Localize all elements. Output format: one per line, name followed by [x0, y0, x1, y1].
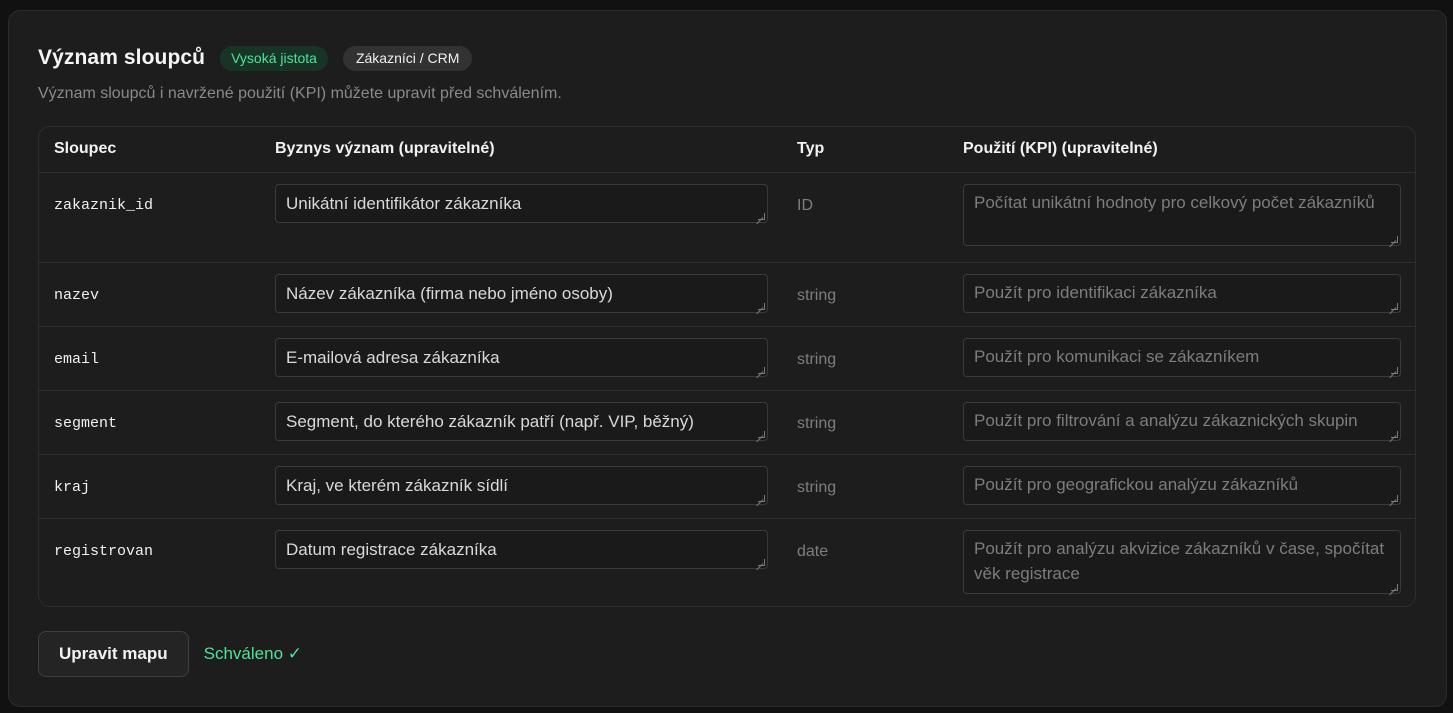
table-row: zakaznik_id Unikátní identifikátor zákaz… — [39, 172, 1415, 263]
table-header-row: Sloupec Byznys význam (upravitelné) Typ … — [39, 127, 1415, 173]
column-name: nazev — [54, 286, 100, 304]
meaning-text: E-mailová adresa zákazníka — [286, 347, 500, 367]
column-name: registrovan — [54, 542, 154, 560]
meaning-text: Unikátní identifikátor zákazníka — [286, 193, 522, 213]
table-row: segment Segment, do kterého zákazník pat… — [39, 390, 1415, 455]
column-type: string — [797, 350, 837, 368]
meaning-text: Datum registrace zákazníka — [286, 539, 497, 559]
meaning-textarea[interactable]: E-mailová adresa zákazníka — [275, 337, 768, 377]
meaning-textarea[interactable]: Unikátní identifikátor zákazníka — [275, 183, 768, 223]
resize-handle-icon[interactable] — [758, 302, 765, 310]
card-footer: Upravit mapu Schváleno ✓ — [38, 631, 302, 677]
column-name: email — [54, 350, 100, 368]
header-meaning: Byznys význam (upravitelné) — [260, 127, 782, 173]
meaning-textarea[interactable]: Datum registrace zákazníka — [275, 529, 768, 569]
kpi-text: Použít pro identifikaci zákazníka — [974, 282, 1217, 302]
column-meaning-card: Význam sloupců Vysoká jistota Zákazníci … — [8, 10, 1447, 707]
section-title: Význam sloupců — [38, 46, 206, 69]
column-type: date — [797, 542, 829, 560]
table-row: email E-mailová adresa zákazníka string … — [39, 326, 1415, 391]
resize-handle-icon[interactable] — [1391, 235, 1398, 243]
resize-handle-icon[interactable] — [1391, 366, 1398, 374]
header-type: Typ — [782, 127, 948, 173]
card-header: Význam sloupců Vysoká jistota Zákazníci … — [38, 44, 473, 72]
resize-handle-icon[interactable] — [1391, 430, 1398, 438]
meaning-text: Kraj, ve kterém zákazník sídlí — [286, 475, 509, 495]
column-name: kraj — [54, 478, 91, 496]
kpi-textarea[interactable]: Použít pro identifikaci zákazníka — [963, 273, 1401, 313]
resize-handle-icon[interactable] — [758, 212, 765, 220]
section-subtitle: Význam sloupců i navržené použití (KPI) … — [38, 85, 562, 102]
meaning-text: Název zákazníka (firma nebo jméno osoby) — [286, 283, 613, 303]
column-name: segment — [54, 414, 118, 432]
kpi-text: Počítat unikátní hodnoty pro celkový poč… — [974, 192, 1375, 212]
kpi-textarea[interactable]: Počítat unikátní hodnoty pro celkový poč… — [963, 183, 1401, 246]
table-row: nazev Název zákazníka (firma nebo jméno … — [39, 262, 1415, 327]
header-kpi: Použití (KPI) (upravitelné) — [948, 127, 1415, 173]
resize-handle-icon[interactable] — [758, 558, 765, 566]
column-type: string — [797, 414, 837, 432]
edit-map-button[interactable]: Upravit mapu — [38, 631, 189, 677]
header-column: Sloupec — [39, 127, 260, 173]
resize-handle-icon[interactable] — [758, 430, 765, 438]
meaning-textarea[interactable]: Segment, do kterého zákazník patří (např… — [275, 401, 768, 441]
confidence-badge: Vysoká jistota — [220, 45, 328, 71]
approved-status: Schváleno ✓ — [203, 644, 302, 663]
kpi-text: Použít pro analýzu akvizice zákazníků v … — [974, 538, 1385, 583]
table-row: kraj Kraj, ve kterém zákazník sídlí stri… — [39, 454, 1415, 519]
column-type: ID — [797, 196, 813, 214]
resize-handle-icon[interactable] — [1391, 494, 1398, 502]
meaning-textarea[interactable]: Název zákazníka (firma nebo jméno osoby) — [275, 273, 768, 313]
kpi-textarea[interactable]: Použít pro filtrování a analýzu zákaznic… — [963, 401, 1401, 441]
kpi-text: Použít pro geografickou analýzu zákazník… — [974, 474, 1299, 494]
resize-handle-icon[interactable] — [1391, 583, 1398, 591]
resize-handle-icon[interactable] — [758, 366, 765, 374]
column-type: string — [797, 286, 837, 304]
resize-handle-icon[interactable] — [1391, 302, 1398, 310]
kpi-textarea[interactable]: Použít pro analýzu akvizice zákazníků v … — [963, 529, 1401, 594]
meaning-textarea[interactable]: Kraj, ve kterém zákazník sídlí — [275, 465, 768, 505]
kpi-text: Použít pro komunikaci se zákazníkem — [974, 346, 1260, 366]
column-type: string — [797, 478, 837, 496]
table-row: registrovan Datum registrace zákazníka d… — [39, 518, 1415, 606]
column-name: zakaznik_id — [54, 196, 154, 214]
kpi-textarea[interactable]: Použít pro komunikaci se zákazníkem — [963, 337, 1401, 377]
column-table: Sloupec Byznys význam (upravitelné) Typ … — [38, 126, 1416, 607]
kpi-textarea[interactable]: Použít pro geografickou analýzu zákazník… — [963, 465, 1401, 505]
dataset-badge: Zákazníci / CRM — [342, 45, 473, 71]
kpi-text: Použít pro filtrování a analýzu zákaznic… — [974, 410, 1358, 430]
meaning-text: Segment, do kterého zákazník patří (např… — [286, 411, 694, 431]
resize-handle-icon[interactable] — [758, 494, 765, 502]
